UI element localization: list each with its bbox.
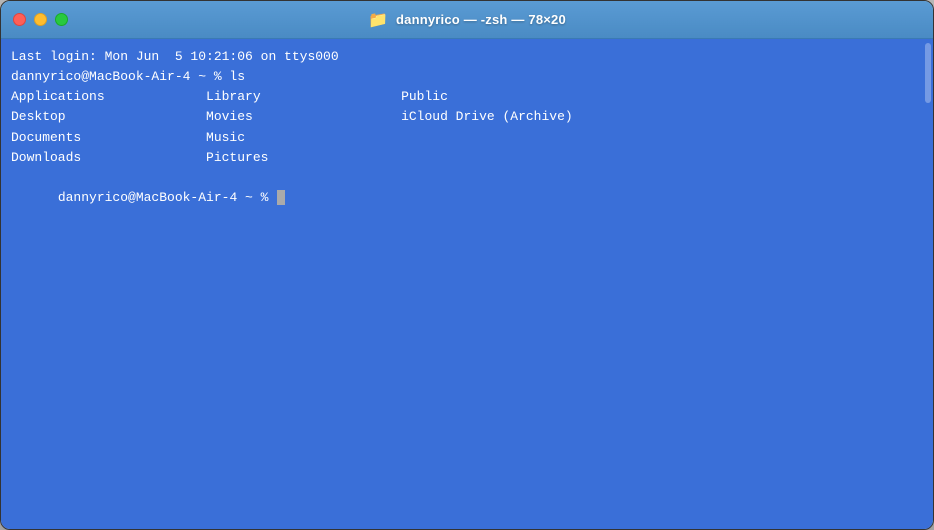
minimize-button[interactable]: [34, 13, 47, 26]
scrollbar[interactable]: [925, 43, 931, 103]
terminal-line-5: Documents Music: [11, 128, 923, 148]
terminal-body[interactable]: Last login: Mon Jun 5 10:21:06 on ttys00…: [1, 39, 933, 529]
terminal-line-6: Downloads Pictures: [11, 148, 923, 168]
maximize-button[interactable]: [55, 13, 68, 26]
cursor: [277, 190, 285, 205]
title-content: 📁 dannyrico — -zsh — 78×20: [368, 10, 566, 30]
terminal-window: 📁 dannyrico — -zsh — 78×20 Last login: M…: [0, 0, 934, 530]
terminal-prompt-line: dannyrico@MacBook-Air-4 ~ %: [11, 168, 923, 228]
window-title: dannyrico — -zsh — 78×20: [396, 12, 566, 27]
terminal-line-1: Last login: Mon Jun 5 10:21:06 on ttys00…: [11, 47, 923, 67]
traffic-lights: [13, 13, 68, 26]
titlebar: 📁 dannyrico — -zsh — 78×20: [1, 1, 933, 39]
close-button[interactable]: [13, 13, 26, 26]
terminal-line-4: Desktop Movies iCloud Drive (Archive): [11, 107, 923, 127]
folder-icon: 📁: [368, 10, 388, 30]
prompt-text: dannyrico@MacBook-Air-4 ~ %: [58, 190, 276, 205]
terminal-line-3: Applications Library Public: [11, 87, 923, 107]
terminal-line-2: dannyrico@MacBook-Air-4 ~ % ls: [11, 67, 923, 87]
